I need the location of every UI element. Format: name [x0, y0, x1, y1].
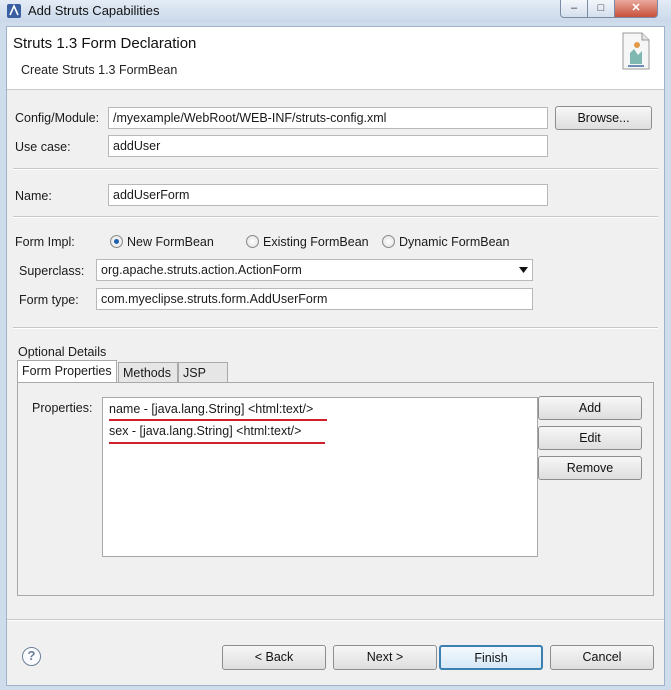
- dynamic-formbean-radio[interactable]: [382, 235, 395, 248]
- optional-details-label: Optional Details: [18, 345, 107, 359]
- use-case-label: Use case:: [15, 140, 71, 154]
- cancel-button[interactable]: Cancel: [550, 645, 654, 670]
- page-subtitle: Create Struts 1.3 FormBean: [21, 63, 178, 77]
- annotation-underline: [109, 442, 325, 444]
- properties-list[interactable]: name - [java.lang.String] <html:text/> s…: [102, 397, 538, 557]
- new-formbean-label[interactable]: New FormBean: [127, 235, 214, 249]
- struts-wizard-icon: [622, 32, 650, 70]
- dynamic-formbean-label[interactable]: Dynamic FormBean: [399, 235, 509, 249]
- page-title: Struts 1.3 Form Declaration: [13, 35, 197, 52]
- annotation-underline: [109, 419, 327, 421]
- maximize-button[interactable]: □: [587, 0, 615, 18]
- form-type-field[interactable]: com.myeclipse.struts.form.AddUserForm: [96, 288, 533, 310]
- close-button[interactable]: ✕: [614, 0, 658, 18]
- remove-button[interactable]: Remove: [538, 456, 642, 480]
- dialog-client: Struts 1.3 Form Declaration Create Strut…: [6, 26, 665, 686]
- list-item[interactable]: name - [java.lang.String] <html:text/>: [109, 402, 313, 416]
- superclass-label: Superclass:: [19, 264, 85, 278]
- list-item[interactable]: sex - [java.lang.String] <html:text/>: [109, 424, 301, 438]
- minimize-button[interactable]: –: [560, 0, 588, 18]
- add-button[interactable]: Add: [538, 396, 642, 420]
- superclass-value: org.apache.struts.action.ActionForm: [101, 263, 302, 277]
- properties-label: Properties:: [32, 401, 93, 415]
- back-button[interactable]: < Back: [222, 645, 326, 670]
- footer-separator: [7, 619, 664, 621]
- name-field[interactable]: addUserForm: [108, 184, 548, 206]
- existing-formbean-label[interactable]: Existing FormBean: [263, 235, 369, 249]
- finish-button[interactable]: Finish: [439, 645, 543, 670]
- separator: [13, 327, 658, 329]
- existing-formbean-radio[interactable]: [246, 235, 259, 248]
- title-bar: Add Struts Capabilities – □ ✕: [0, 0, 671, 22]
- separator: [13, 216, 658, 218]
- new-formbean-radio[interactable]: [110, 235, 123, 248]
- use-case-field[interactable]: addUser: [108, 135, 548, 157]
- form-type-label: Form type:: [19, 293, 79, 307]
- separator: [13, 168, 658, 170]
- superclass-select[interactable]: org.apache.struts.action.ActionForm: [96, 259, 533, 281]
- config-module-label: Config/Module:: [15, 111, 100, 125]
- tab-bar: Form Properties Methods JSP: [17, 360, 257, 386]
- wizard-header: Struts 1.3 Form Declaration Create Strut…: [7, 27, 664, 90]
- app-icon: [7, 4, 21, 18]
- next-button[interactable]: Next >: [333, 645, 437, 670]
- name-label: Name:: [15, 189, 52, 203]
- chevron-down-icon[interactable]: [519, 267, 528, 273]
- browse-button[interactable]: Browse...: [555, 106, 652, 130]
- form-properties-panel: Properties: name - [java.lang.String] <h…: [17, 382, 654, 596]
- window-title: Add Struts Capabilities: [28, 3, 160, 18]
- question-mark-icon[interactable]: ?: [22, 647, 41, 666]
- edit-button[interactable]: Edit: [538, 426, 642, 450]
- form-impl-label: Form Impl:: [15, 235, 75, 249]
- config-module-field[interactable]: /myexample/WebRoot/WEB-INF/struts-config…: [108, 107, 548, 129]
